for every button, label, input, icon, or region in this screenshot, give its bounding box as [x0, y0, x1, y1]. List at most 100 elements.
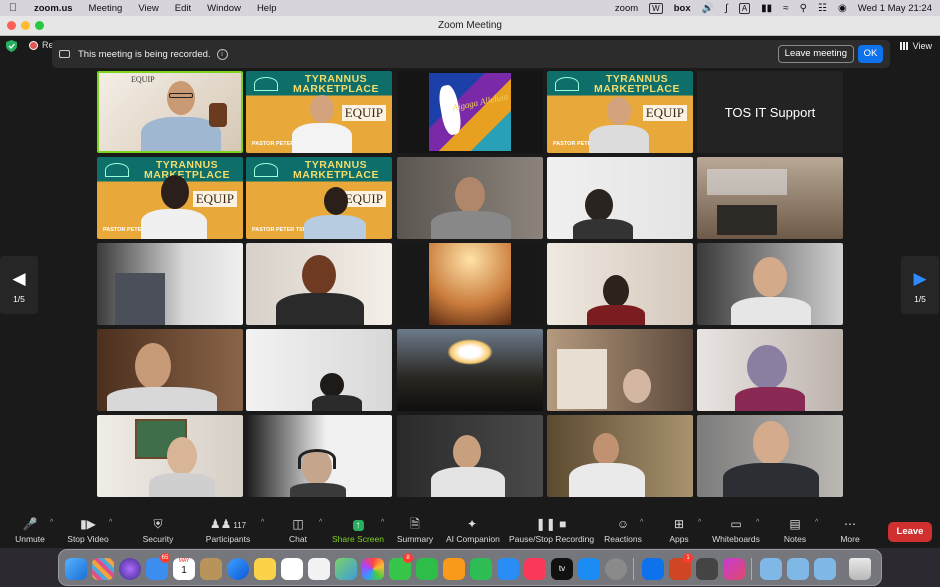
- close-window-icon[interactable]: [7, 21, 16, 30]
- reminders-icon[interactable]: [308, 558, 330, 580]
- writer-status-icon[interactable]: W: [649, 2, 663, 14]
- info-icon[interactable]: i: [216, 48, 228, 60]
- folder-icon[interactable]: [760, 558, 782, 580]
- menu-edit[interactable]: Edit: [167, 3, 199, 14]
- video-tile-participant-13[interactable]: [697, 243, 843, 325]
- calendar-icon[interactable]: MAY 1: [173, 558, 195, 580]
- app-store-icon[interactable]: [578, 558, 600, 580]
- next-page-button[interactable]: ▶ 1/5: [901, 256, 939, 314]
- chevron-up-icon[interactable]: ^: [109, 519, 112, 526]
- chevron-up-icon[interactable]: ^: [756, 519, 759, 526]
- wifi-icon[interactable]: ≈: [783, 3, 789, 14]
- writer-app-icon[interactable]: [723, 558, 745, 580]
- chat-button[interactable]: ◫ Chat: [283, 516, 313, 548]
- unmute-button[interactable]: 🎤 Unmute: [12, 516, 48, 548]
- app-icon[interactable]: [696, 558, 718, 580]
- chevron-up-icon[interactable]: ^: [381, 519, 384, 526]
- apple-menu-icon[interactable]: : [0, 2, 26, 14]
- leave-button[interactable]: Leave: [888, 522, 932, 542]
- notes-button[interactable]: ▤ Notes: [781, 516, 809, 548]
- minimize-window-icon[interactable]: [21, 21, 30, 30]
- zoom-app-icon[interactable]: [642, 558, 664, 580]
- siri-app-icon[interactable]: [119, 558, 141, 580]
- video-tile-it-support[interactable]: TOS IT Support: [697, 71, 843, 153]
- apps-button[interactable]: ⊞ Apps: [666, 516, 692, 548]
- box-status-item[interactable]: box: [674, 3, 691, 14]
- video-tile-poster-4[interactable]: TYRANNUS MARKETPLACE EQUIP PASTOR PETER …: [246, 157, 392, 239]
- video-tile-participant-6[interactable]: [397, 157, 543, 239]
- menubar-datetime[interactable]: Wed 1 May 21:24: [858, 3, 932, 14]
- menu-help[interactable]: Help: [249, 3, 285, 14]
- security-button[interactable]: ⛨ Security: [140, 516, 176, 548]
- stickies-icon[interactable]: [254, 558, 276, 580]
- finder-icon[interactable]: [65, 558, 87, 580]
- menu-app-name[interactable]: zoom.us: [26, 3, 81, 14]
- maximize-window-icon[interactable]: [35, 21, 44, 30]
- chevron-up-icon[interactable]: ^: [261, 519, 264, 526]
- pages-icon[interactable]: [443, 558, 465, 580]
- chevron-up-icon[interactable]: ^: [698, 519, 701, 526]
- video-tile-participant-20[interactable]: [246, 415, 392, 497]
- video-tile-worship-image[interactable]: [397, 243, 543, 325]
- summary-button[interactable]: 🗎 Summary: [396, 516, 434, 548]
- bluetooth-icon[interactable]: ∫: [725, 3, 728, 14]
- video-tile-participant-9[interactable]: [97, 243, 243, 325]
- control-center-icon[interactable]: ☷: [818, 3, 827, 14]
- security-shield-icon[interactable]: [6, 40, 17, 52]
- video-tile-dove-image[interactable]: [397, 329, 543, 411]
- video-tile-active-speaker[interactable]: EQUIP: [97, 71, 243, 153]
- chevron-up-icon[interactable]: ^: [815, 519, 818, 526]
- view-button[interactable]: View: [899, 41, 932, 51]
- safari-icon[interactable]: [227, 558, 249, 580]
- facetime-icon[interactable]: [416, 558, 438, 580]
- participants-button[interactable]: ♟♟ 117 Participants: [202, 516, 254, 548]
- video-tile-participant-22[interactable]: [547, 415, 693, 497]
- leave-meeting-button[interactable]: Leave meeting: [777, 45, 854, 63]
- video-tile-participant-15[interactable]: [246, 329, 392, 411]
- video-tile-participant-21[interactable]: [397, 415, 543, 497]
- previous-page-button[interactable]: ◀ 1/5: [0, 256, 38, 314]
- keynote-icon[interactable]: [497, 558, 519, 580]
- battery-icon[interactable]: ▮▮: [761, 3, 772, 14]
- system-settings-icon[interactable]: [605, 558, 627, 580]
- siri-icon[interactable]: ◉: [838, 3, 847, 14]
- downloads-folder-icon[interactable]: [814, 558, 836, 580]
- maps-icon[interactable]: [335, 558, 357, 580]
- ai-companion-button[interactable]: ✦ AI Companion: [446, 516, 500, 548]
- launchpad-icon[interactable]: [92, 558, 114, 580]
- menu-window[interactable]: Window: [199, 3, 249, 14]
- video-tile-participant-14[interactable]: [97, 329, 243, 411]
- video-tile-poster-1[interactable]: TYRANNUS MARKETPLACE EQUIP PASTOR PETER …: [246, 71, 392, 153]
- folder-icon[interactable]: [787, 558, 809, 580]
- input-source-icon[interactable]: A: [738, 2, 751, 14]
- volume-icon[interactable]: 🔊: [702, 3, 714, 14]
- video-tile-participant-7[interactable]: [547, 157, 693, 239]
- chevron-up-icon[interactable]: ^: [640, 519, 643, 526]
- video-tile-poster-2[interactable]: TYRANNUS MARKETPLACE EQUIP PASTOR PETER …: [547, 71, 693, 153]
- chevron-up-icon[interactable]: ^: [50, 519, 53, 526]
- video-tile-participant-17[interactable]: [547, 329, 693, 411]
- chevron-up-icon[interactable]: ^: [319, 519, 322, 526]
- freeform-icon[interactable]: [281, 558, 303, 580]
- zoom-status-item[interactable]: zoom: [615, 3, 638, 14]
- video-tile-participant-19[interactable]: [97, 415, 243, 497]
- trash-icon[interactable]: [849, 558, 871, 580]
- video-tile-participant-18[interactable]: [697, 329, 843, 411]
- search-icon[interactable]: ⚲: [800, 3, 807, 14]
- video-tile-participant-23[interactable]: [697, 415, 843, 497]
- more-button[interactable]: ⋯ More: [836, 516, 864, 548]
- video-tile-alleluia[interactable]: Aigaga Alleluia: [397, 71, 543, 153]
- ok-button[interactable]: OK: [858, 45, 883, 63]
- video-tile-poster-3[interactable]: TYRANNUS MARKETPLACE EQUIP PASTOR PETER …: [97, 157, 243, 239]
- photos-icon[interactable]: [362, 558, 384, 580]
- numbers-icon[interactable]: [470, 558, 492, 580]
- notes-app-icon[interactable]: [200, 558, 222, 580]
- menu-view[interactable]: View: [130, 3, 166, 14]
- apple-tv-icon[interactable]: tv: [551, 558, 573, 580]
- video-tile-participant-8[interactable]: [697, 157, 843, 239]
- menu-meeting[interactable]: Meeting: [81, 3, 131, 14]
- video-tile-participant-12[interactable]: [547, 243, 693, 325]
- music-icon[interactable]: [524, 558, 546, 580]
- video-tile-participant-10[interactable]: [246, 243, 392, 325]
- pause-stop-recording-button[interactable]: ❚❚ ■ Pause/Stop Recording: [509, 516, 594, 548]
